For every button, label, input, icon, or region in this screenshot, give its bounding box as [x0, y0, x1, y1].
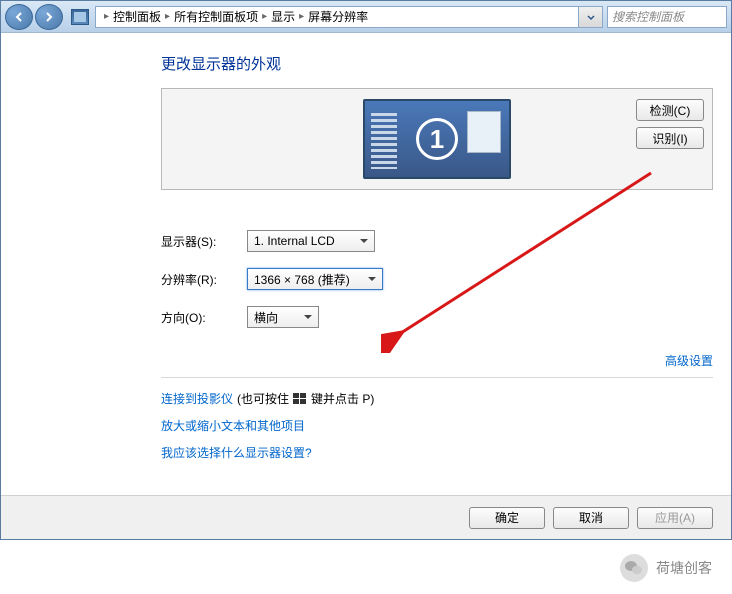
- monitor-number: 1: [416, 118, 458, 160]
- bottom-bar: 确定 取消 应用(A): [1, 495, 731, 539]
- apply-button[interactable]: 应用(A): [637, 507, 713, 529]
- page-title: 更改显示器的外观: [161, 53, 731, 74]
- breadcrumb-item[interactable]: 所有控制面板项: [174, 8, 258, 25]
- cancel-button[interactable]: 取消: [553, 507, 629, 529]
- display-icon: [71, 9, 89, 25]
- display-combo[interactable]: 1. Internal LCD: [247, 230, 375, 252]
- dropdown-icon: [586, 12, 596, 22]
- display-row: 显示器(S): 1. Internal LCD: [161, 230, 731, 252]
- preview-buttons: 检测(C) 识别(I): [636, 99, 704, 149]
- orientation-label: 方向(O):: [161, 309, 247, 326]
- resolution-row: 分辨率(R): 1366 × 768 (推荐): [161, 268, 731, 290]
- content-area: 更改显示器的外观 1 检测(C) 识别(I) 显示器(S): 1. Intern…: [1, 33, 731, 461]
- breadcrumb-item[interactable]: 屏幕分辨率: [308, 8, 368, 25]
- projector-hint-a: (也可按住: [237, 390, 289, 407]
- resolution-label: 分辨率(R):: [161, 271, 247, 288]
- search-input[interactable]: 搜索控制面板: [607, 6, 727, 28]
- advanced-settings-link[interactable]: 高级设置: [665, 354, 713, 368]
- breadcrumb[interactable]: ▸ 控制面板 ▸ 所有控制面板项 ▸ 显示 ▸ 屏幕分辨率: [95, 6, 579, 28]
- watermark-text: 荷塘创客: [656, 558, 712, 578]
- display-label: 显示器(S):: [161, 233, 247, 250]
- refresh-button[interactable]: [579, 6, 603, 28]
- orientation-combo[interactable]: 横向: [247, 306, 319, 328]
- windows-key-icon: [293, 393, 307, 405]
- chevron-right-icon: ▸: [104, 11, 109, 22]
- monitor-graphic[interactable]: 1: [363, 99, 511, 179]
- divider: [161, 377, 713, 378]
- arrow-left-icon: [13, 11, 25, 23]
- orientation-value: 横向: [254, 309, 278, 326]
- monitor-preview-panel: 1 检测(C) 识别(I): [161, 88, 713, 190]
- chevron-right-icon: ▸: [299, 11, 304, 22]
- projector-link[interactable]: 连接到投影仪: [161, 390, 233, 407]
- back-button[interactable]: [5, 4, 33, 30]
- detect-button[interactable]: 检测(C): [636, 99, 704, 121]
- advanced-link-row: 高级设置: [161, 352, 713, 369]
- help-link[interactable]: 我应该选择什么显示器设置?: [161, 444, 312, 461]
- enlarge-text-link[interactable]: 放大或缩小文本和其他项目: [161, 417, 305, 434]
- chevron-right-icon: ▸: [262, 11, 267, 22]
- projector-hint-b: 键并点击 P): [311, 390, 374, 407]
- breadcrumb-item[interactable]: 控制面板: [113, 8, 161, 25]
- window-frame: ▸ 控制面板 ▸ 所有控制面板项 ▸ 显示 ▸ 屏幕分辨率 搜索控制面板 更改显…: [0, 0, 732, 540]
- breadcrumb-item[interactable]: 显示: [271, 8, 295, 25]
- chevron-right-icon: ▸: [165, 11, 170, 22]
- ok-button[interactable]: 确定: [469, 507, 545, 529]
- titlebar: ▸ 控制面板 ▸ 所有控制面板项 ▸ 显示 ▸ 屏幕分辨率 搜索控制面板: [1, 1, 731, 33]
- search-placeholder: 搜索控制面板: [612, 8, 684, 25]
- help-link-row: 我应该选择什么显示器设置?: [161, 444, 731, 461]
- resolution-value: 1366 × 768 (推荐): [254, 271, 350, 288]
- nav-buttons: [5, 4, 63, 30]
- resolution-combo[interactable]: 1366 × 768 (推荐): [247, 268, 383, 290]
- orientation-row: 方向(O): 横向: [161, 306, 731, 328]
- projector-link-row: 连接到投影仪 (也可按住 键并点击 P): [161, 390, 731, 407]
- watermark: 荷塘创客: [620, 554, 712, 582]
- enlarge-link-row: 放大或缩小文本和其他项目: [161, 417, 731, 434]
- display-value: 1. Internal LCD: [254, 234, 335, 248]
- identify-button[interactable]: 识别(I): [636, 127, 704, 149]
- arrow-right-icon: [43, 11, 55, 23]
- forward-button[interactable]: [35, 4, 63, 30]
- wechat-icon: [620, 554, 648, 582]
